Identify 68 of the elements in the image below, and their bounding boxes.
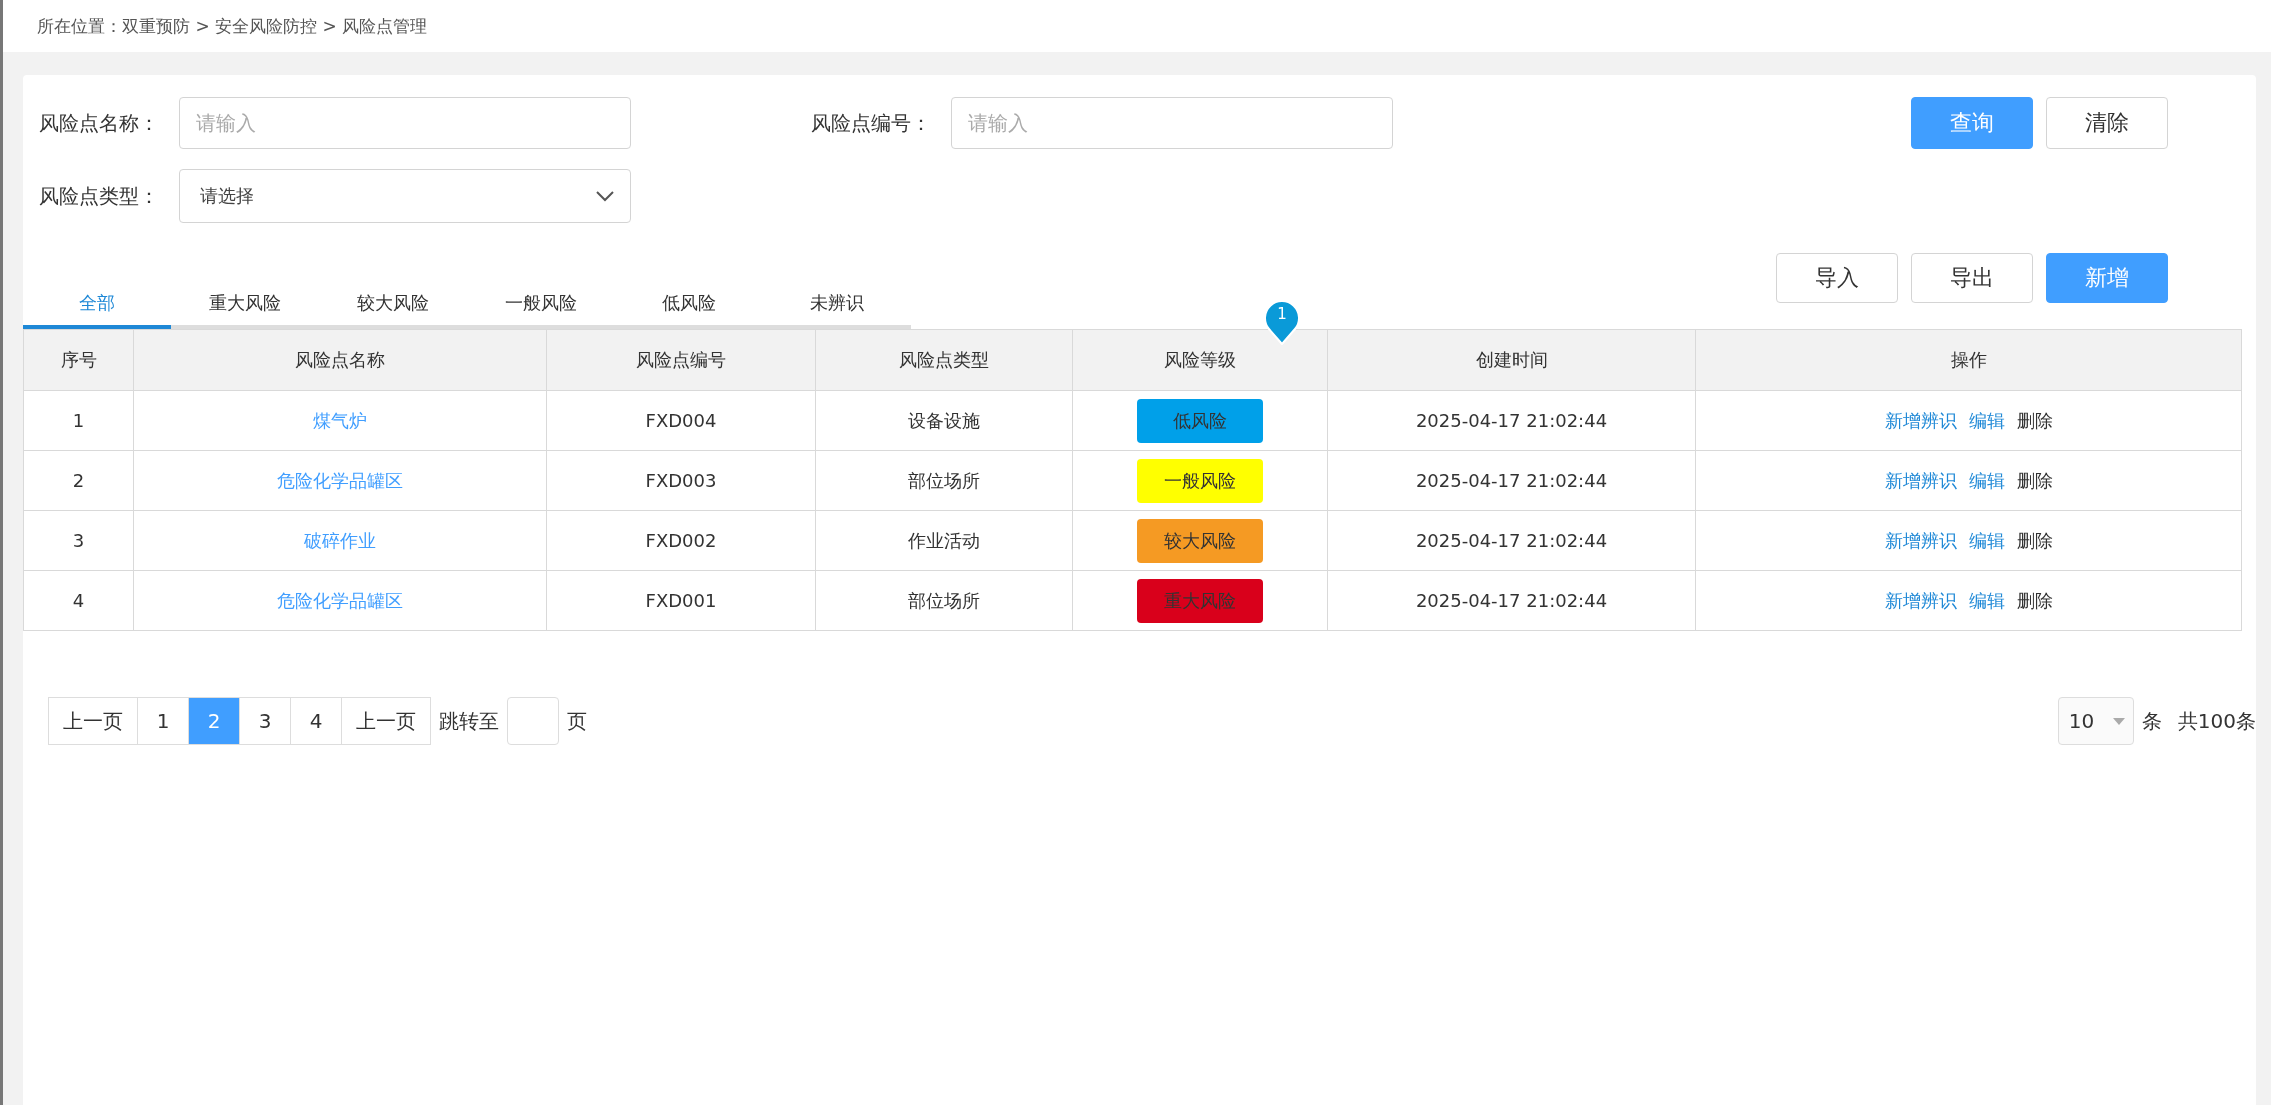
- risk-level-tag: 较大风险: [1137, 518, 1263, 563]
- filter-tab[interactable]: 未辨识: [763, 281, 911, 329]
- table-cell: 2025-04-17 21:02:44: [1327, 450, 1696, 511]
- filter-label: 风险点名称：: [39, 109, 160, 137]
- risk-level-tag: 低风险: [1137, 398, 1263, 443]
- table-cell: FXD004: [546, 390, 816, 451]
- column-header: 创建时间: [1327, 329, 1696, 391]
- page-button[interactable]: 4: [290, 697, 342, 745]
- toolbar-button[interactable]: 导出: [1911, 253, 2033, 303]
- text-input[interactable]: 请输入: [951, 97, 1393, 149]
- column-header: 序号: [23, 329, 134, 391]
- next-page-button[interactable]: 上一页: [341, 697, 431, 745]
- breadcrumb: 所在位置：双重预防 > 安全风险防控 > 风险点管理: [3, 0, 2271, 52]
- risk-level-tag: 一般风险: [1137, 458, 1263, 503]
- select-dropdown[interactable]: 请选择: [179, 169, 631, 223]
- delete-link[interactable]: 删除: [2016, 409, 2053, 431]
- marker-pin: 1: [1263, 299, 1301, 345]
- table-cell: FXD002: [546, 510, 816, 571]
- table-cell: FXD001: [546, 570, 816, 631]
- filter-label: 风险点类型：: [39, 182, 160, 210]
- delete-link[interactable]: 删除: [2016, 589, 2053, 611]
- table-cell: 2: [23, 450, 134, 511]
- chevron-down-icon: [596, 190, 614, 202]
- filter-tab[interactable]: 较大风险: [319, 281, 467, 329]
- action-link[interactable]: 编辑: [1968, 469, 2005, 491]
- column-header: 风险等级: [1072, 329, 1328, 391]
- delete-link[interactable]: 删除: [2016, 529, 2053, 551]
- table-cell: 4: [23, 570, 134, 631]
- page-size-select[interactable]: 10: [2057, 697, 2134, 745]
- action-link[interactable]: 编辑: [1968, 529, 2005, 551]
- action-link[interactable]: 新增辨识: [1884, 589, 1957, 611]
- table-cell: FXD003: [546, 450, 816, 511]
- table-cell: 1: [23, 390, 134, 451]
- column-header: 操作: [1695, 329, 2242, 391]
- table-cell: 设备设施: [815, 390, 1073, 451]
- page-suffix: 页: [567, 707, 587, 735]
- filter-label: 风险点编号：: [811, 109, 932, 137]
- prev-page-button[interactable]: 上一页: [48, 697, 138, 745]
- table-cell: 2025-04-17 21:02:44: [1327, 390, 1696, 451]
- text-input[interactable]: 请输入: [179, 97, 631, 149]
- jump-label: 跳转至: [439, 707, 499, 735]
- filter-tab[interactable]: 一般风险: [467, 281, 615, 329]
- page-size-unit: 条: [2141, 707, 2162, 735]
- filter-tab[interactable]: 低风险: [615, 281, 763, 329]
- table-cell: 2025-04-17 21:02:44: [1327, 570, 1696, 631]
- column-header: 风险点名称: [133, 329, 547, 391]
- action-link[interactable]: 编辑: [1968, 589, 2005, 611]
- page-jump-input[interactable]: [507, 697, 559, 745]
- table-cell: 部位场所: [815, 570, 1073, 631]
- action-link[interactable]: 编辑: [1968, 409, 2005, 431]
- total-count: 共100条: [2177, 707, 2256, 735]
- risk-level-tag: 重大风险: [1137, 578, 1263, 623]
- clear-button[interactable]: 清除: [2046, 97, 2168, 149]
- table-cell: 3: [23, 510, 134, 571]
- action-link[interactable]: 新增辨识: [1884, 529, 1957, 551]
- page-button[interactable]: 3: [239, 697, 291, 745]
- caret-down-icon: [2112, 717, 2125, 725]
- table-cell: 部位场所: [815, 450, 1073, 511]
- page-button[interactable]: 1: [137, 697, 189, 745]
- table-cell: 作业活动: [815, 510, 1073, 571]
- column-header: 风险点编号: [546, 329, 816, 391]
- toolbar-button[interactable]: 导入: [1776, 253, 1898, 303]
- action-link[interactable]: 新增辨识: [1884, 409, 1957, 431]
- filter-tab[interactable]: 重大风险: [171, 281, 319, 329]
- column-header: 风险点类型: [815, 329, 1073, 391]
- delete-link[interactable]: 删除: [2016, 469, 2053, 491]
- action-link[interactable]: 新增辨识: [1884, 469, 1957, 491]
- table-cell: 2025-04-17 21:02:44: [1327, 510, 1696, 571]
